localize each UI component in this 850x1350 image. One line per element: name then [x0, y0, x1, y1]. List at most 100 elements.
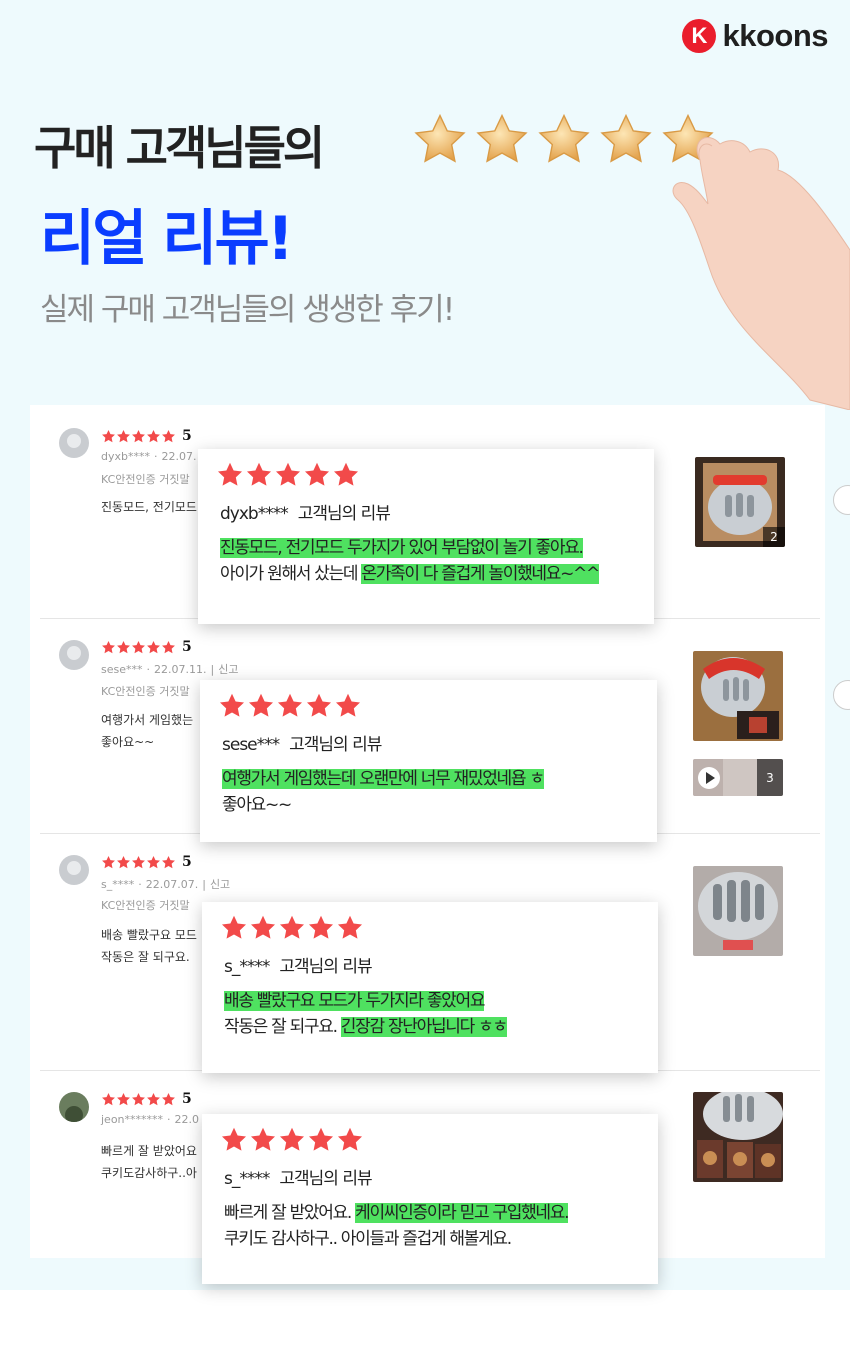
review-body-line: 진동모드, 전기모드	[101, 500, 197, 514]
gold-star-icon	[414, 113, 466, 163]
red-star-icon	[162, 429, 175, 442]
card-rating	[218, 692, 362, 720]
review-user: jeon*******	[101, 1113, 164, 1126]
review-user: s_****	[101, 878, 135, 891]
row-rating: 5	[101, 854, 192, 870]
review-body-line: 작동은 잘 되구요.	[101, 950, 190, 964]
highlighted-text: 배송 빨랐구요 모드가 두가지라 좋았어요	[224, 991, 486, 1011]
card-user-id: sese***	[222, 735, 280, 755]
card-user-suffix: 고객님의 리뷰	[279, 1169, 372, 1189]
card-rating	[216, 461, 360, 489]
gold-star-icon	[476, 113, 528, 163]
review-body-line: 여행가서 게임했는	[101, 713, 194, 727]
highlighted-text: 여행가서 게임했는데 오랜만에 너무 재밌었네욥 ㅎ	[222, 769, 545, 789]
hero-title-line1: 구매 고객님들의	[34, 121, 325, 175]
red-star-icon	[308, 1127, 334, 1151]
hand-illustration	[672, 137, 850, 410]
red-star-icon	[117, 1092, 130, 1105]
highlighted-text: 진동모드, 전기모드 두가지가 있어 부담없이 놀기 좋아요.	[220, 538, 584, 558]
review-body: 빠르게 잘 받았어요 쿠키도감사하구..아	[101, 1140, 197, 1184]
rating-score: 5	[182, 639, 192, 655]
review-highlight-card: s_**** 고객님의 리뷰 빠르게 잘 받았어요. 케이씨인증이라 믿고 구입했…	[202, 1114, 658, 1284]
red-star-icon	[275, 462, 301, 486]
brand-logo[interactable]: K kkoons	[682, 18, 828, 54]
red-star-icon	[217, 462, 243, 486]
red-star-icon	[117, 640, 130, 653]
review-option: KC안전인증 거짓말	[101, 899, 190, 912]
review-meta: s_**** · 22.07.07. | 신고	[101, 878, 231, 891]
card-user-id: s_****	[224, 1169, 270, 1189]
plain-text: 작동은 잘 되구요.	[224, 1017, 341, 1037]
brand-name: kkoons	[722, 18, 828, 53]
card-username: s_**** 고객님의 리뷰	[224, 1164, 373, 1189]
card-text-line: 아이가 원해서 샀는데 온가족이 다 즐겁게 놀이했네요~^^	[220, 561, 600, 587]
plain-text: 좋아요~~	[222, 795, 292, 815]
red-star-icon	[132, 1092, 145, 1105]
red-star-icon	[248, 693, 274, 717]
red-star-icon	[250, 1127, 276, 1151]
gold-star-icon	[600, 113, 652, 163]
red-star-icon	[147, 429, 160, 442]
card-text-line: 여행가서 게임했는데 오랜만에 너무 재밌었네욥 ㅎ	[222, 766, 545, 792]
plain-text: 쿠키도 감사하구.. 아이들과 즐겁게 해볼게요.	[224, 1229, 512, 1249]
report-link[interactable]: 신고	[210, 878, 230, 891]
user-avatar-icon	[59, 428, 89, 458]
review-body: 여행가서 게임했는 좋아요~~	[101, 709, 193, 753]
review-photo[interactable]	[693, 651, 783, 741]
red-star-icon	[221, 1127, 247, 1151]
media-count-badge: 3	[757, 759, 783, 796]
card-text-line: 좋아요~~	[222, 792, 292, 818]
red-star-icon	[132, 429, 145, 442]
brand-logo-icon: K	[682, 19, 717, 53]
product-photo-image	[693, 651, 783, 741]
card-username: sese*** 고객님의 리뷰	[222, 730, 382, 755]
rating-score: 5	[182, 428, 192, 444]
red-star-icon	[117, 855, 130, 868]
red-star-icon	[102, 855, 115, 868]
card-text-line: 작동은 잘 되구요. 긴장감 장난아닙니다 ㅎㅎ	[224, 1014, 508, 1040]
review-date: 22.07.11.	[154, 663, 207, 676]
row-rating: 5	[101, 428, 192, 444]
red-star-icon	[132, 855, 145, 868]
red-star-icon	[147, 1092, 160, 1105]
review-photo[interactable]: 2	[695, 457, 785, 547]
review-option: KC안전인증 거짓말	[101, 473, 190, 486]
red-star-icon	[337, 1127, 363, 1151]
red-star-icon	[306, 693, 332, 717]
review-body: 진동모드, 전기모드	[101, 496, 197, 518]
red-star-icon	[102, 1092, 115, 1105]
red-star-icon	[333, 462, 359, 486]
plain-text: 빠르게 잘 받았어요.	[224, 1203, 356, 1223]
red-star-icon	[102, 640, 115, 653]
user-avatar-icon	[59, 855, 89, 885]
card-rating	[220, 914, 364, 942]
hero-title-line2: 리얼 리뷰!	[40, 204, 294, 274]
card-text-line: 배송 빨랐구요 모드가 두가지라 좋았어요	[224, 988, 486, 1014]
red-star-icon	[162, 640, 175, 653]
card-user-suffix: 고객님의 리뷰	[279, 957, 372, 977]
review-meta: jeon******* · 22.0	[101, 1113, 200, 1126]
plain-text: 아이가 원해서 샀는데	[220, 564, 362, 584]
red-star-icon	[335, 693, 361, 717]
review-video[interactable]: 3	[693, 759, 783, 796]
red-star-icon	[117, 429, 130, 442]
product-photo-image	[693, 1092, 783, 1182]
gold-star-icon	[538, 113, 590, 163]
review-body-line: 배송 빨랐구요 모드	[101, 928, 197, 942]
review-body-line: 빠르게 잘 받았어요	[101, 1144, 197, 1158]
review-meta: sese*** · 22.07.11. | 신고	[101, 663, 239, 676]
red-star-icon	[162, 1092, 175, 1105]
review-photo[interactable]	[693, 866, 783, 956]
photo-count-badge: 2	[763, 527, 785, 547]
user-avatar-icon	[59, 1092, 89, 1122]
card-user-suffix: 고객님의 리뷰	[289, 735, 382, 755]
report-link[interactable]: 신고	[218, 663, 238, 676]
highlighted-text: 온가족이 다 즐겁게 놀이했네요~^^	[361, 564, 600, 584]
rating-score: 5	[182, 854, 192, 870]
review-photo[interactable]	[693, 1092, 783, 1182]
hero-subtitle: 실제 구매 고객님들의 생생한 후기!	[40, 292, 455, 328]
red-star-icon	[246, 462, 272, 486]
product-photo-image	[693, 866, 783, 956]
red-star-icon	[308, 915, 334, 939]
review-date: 22.0	[174, 1113, 200, 1126]
